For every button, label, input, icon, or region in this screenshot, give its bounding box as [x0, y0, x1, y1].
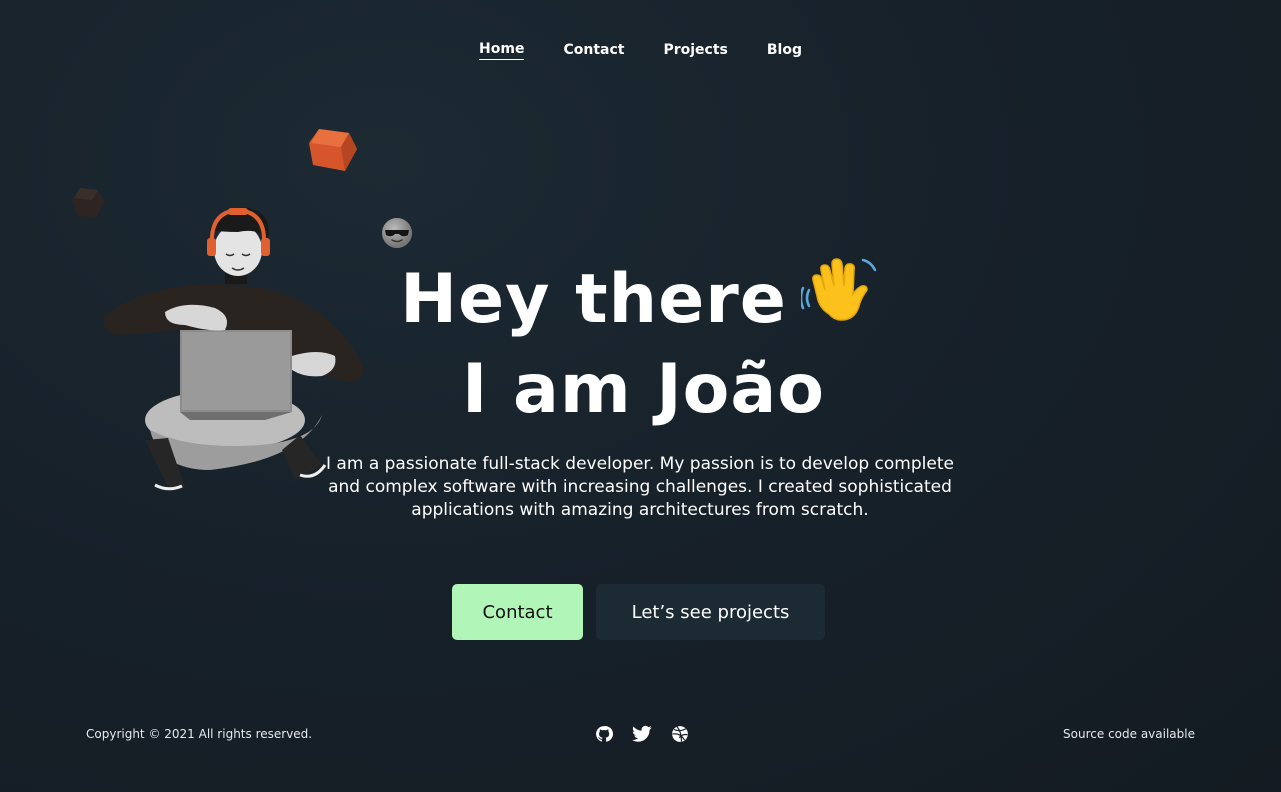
hero-title-line2: I am João: [461, 350, 825, 429]
twitter-icon[interactable]: [632, 724, 652, 744]
hero-title-line1: Hey there: [400, 260, 787, 339]
social-links: [594, 724, 690, 744]
source-code-link[interactable]: Source code available: [1063, 725, 1195, 743]
nav-blog[interactable]: Blog: [767, 40, 802, 60]
hero-title: Hey there I am João: [0, 250, 1281, 435]
github-icon[interactable]: [594, 724, 614, 744]
nav-home[interactable]: Home: [479, 40, 525, 60]
dribbble-icon[interactable]: [670, 724, 690, 744]
contact-button[interactable]: Contact: [452, 584, 583, 640]
see-projects-button[interactable]: Let’s see projects: [596, 584, 825, 640]
hero-description: I am a passionate full-stack developer. …: [326, 454, 954, 520]
nav-contact[interactable]: Contact: [563, 40, 624, 60]
copyright-text: Copyright © 2021 All rights reserved.: [86, 727, 313, 741]
waving-hand-icon: [800, 258, 877, 321]
main-nav: Home Contact Projects Blog: [0, 40, 1281, 60]
nav-projects[interactable]: Projects: [663, 40, 727, 60]
